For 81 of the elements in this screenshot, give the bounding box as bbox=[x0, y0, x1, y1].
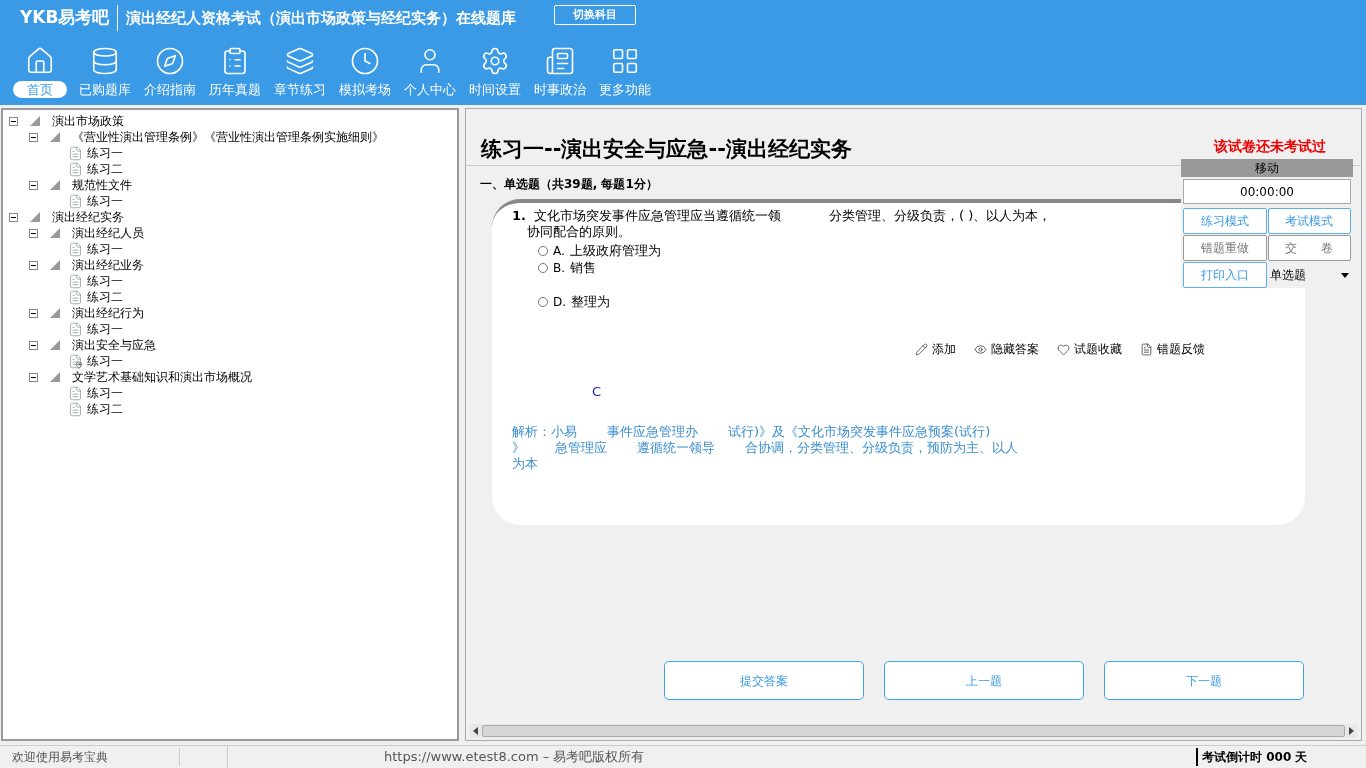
panel-title[interactable]: 移动 bbox=[1181, 159, 1353, 177]
collapse-icon[interactable] bbox=[9, 212, 18, 222]
option-label: A. bbox=[553, 242, 565, 260]
welcome-text: 欢迎使用易考宝典 bbox=[0, 748, 180, 766]
type-select[interactable]: 单选题 bbox=[1267, 262, 1351, 288]
clock-icon[interactable] bbox=[349, 46, 380, 76]
copyright-text: https://www.etest8.com – 易考吧版权所有 bbox=[384, 748, 645, 767]
tree-item[interactable]: 文学艺术基础知识和演出市场概况 bbox=[72, 369, 252, 385]
tree-item[interactable]: 演出经纪业务 bbox=[72, 257, 144, 273]
collapse-icon[interactable] bbox=[29, 308, 38, 318]
exam-status: 该试卷还未考试过 bbox=[1214, 137, 1326, 156]
triangle-icon bbox=[50, 180, 60, 190]
action-link[interactable]: 错题反馈 bbox=[1157, 340, 1205, 358]
action-link[interactable]: 添加 bbox=[932, 340, 956, 358]
tree-item[interactable]: 演出安全与应急 bbox=[72, 337, 156, 353]
pencil-icon[interactable] bbox=[915, 342, 928, 356]
exam-title: 练习一--演出安全与应急--演出经纪实务 bbox=[481, 136, 852, 163]
action-link[interactable]: 试题收藏 bbox=[1074, 340, 1122, 358]
collapse-icon[interactable] bbox=[29, 132, 38, 142]
tree-item[interactable]: 演出经纪人员 bbox=[72, 225, 144, 241]
tree-item[interactable]: 练习一 bbox=[87, 321, 123, 337]
tree-item[interactable]: 练习二 bbox=[87, 289, 123, 305]
analysis-text: 急管理应 bbox=[555, 439, 607, 456]
analysis-text: 事件应急管理办 bbox=[607, 423, 698, 440]
tree-item[interactable]: 练习一 bbox=[87, 273, 123, 289]
collapse-icon[interactable] bbox=[29, 340, 38, 350]
collapse-icon[interactable] bbox=[9, 116, 18, 126]
tree-item[interactable]: 练习一 bbox=[87, 145, 123, 161]
heart-icon[interactable] bbox=[1057, 342, 1070, 356]
logo: YKB易考吧 bbox=[20, 5, 119, 31]
panel-button[interactable]: 交 卷 bbox=[1267, 235, 1351, 261]
answer-text: C bbox=[592, 383, 603, 401]
tree-item[interactable]: 练习一 bbox=[87, 193, 123, 209]
dropdown-arrow-icon[interactable] bbox=[1341, 272, 1349, 278]
timer-display: 00:00:00 bbox=[1183, 179, 1351, 204]
analysis-text: 》 bbox=[512, 439, 525, 456]
app-title: 演出经纪人资格考试（演出市场政策与经纪实务）在线题库 bbox=[125, 7, 517, 29]
compass-icon[interactable] bbox=[154, 46, 185, 76]
horizontal-scrollbar[interactable] bbox=[470, 724, 1357, 738]
analysis-text: 解析：小易 bbox=[512, 423, 577, 440]
question-number: 1. bbox=[512, 208, 526, 224]
countdown-text: 考试倒计时 000 天 bbox=[1196, 748, 1366, 766]
action-link[interactable]: 隐藏答案 bbox=[991, 340, 1039, 358]
option-text: 上级政府管理为 bbox=[569, 241, 661, 260]
analysis-text: 为本 bbox=[512, 455, 538, 472]
panel-button[interactable]: 错题重做 bbox=[1183, 235, 1267, 261]
tree-item[interactable]: 练习一 bbox=[87, 241, 123, 257]
analysis-text: 合协调，分类管理、分级负责，预防为主、以人 bbox=[745, 439, 1018, 456]
question-text: 分类管理、分级负责，( )、以人为本， bbox=[829, 208, 1052, 224]
option-label: B. bbox=[553, 259, 566, 277]
option-label: D. bbox=[553, 293, 567, 311]
newspaper-icon[interactable] bbox=[544, 46, 575, 76]
eye-icon[interactable] bbox=[974, 342, 987, 356]
analysis-text: 试行)》及《文化市场突发事件应急预案(试行) bbox=[728, 423, 991, 440]
tree-item[interactable]: 演出经纪实务 bbox=[52, 209, 124, 225]
section-heading: 一、单选题（共39题, 每题1分） bbox=[480, 176, 658, 193]
question-text: 协同配合的原则。 bbox=[526, 224, 632, 240]
tree-item[interactable]: 《营业性演出管理条例》《营业性演出管理条例实施细则》 bbox=[72, 129, 384, 145]
triangle-icon bbox=[50, 340, 60, 350]
analysis-text: 遵循统一领导 bbox=[637, 439, 715, 456]
collapse-icon[interactable] bbox=[29, 228, 38, 238]
tree-item[interactable]: 练习二 bbox=[87, 161, 123, 177]
triangle-icon bbox=[50, 372, 60, 382]
layers-icon[interactable] bbox=[284, 46, 315, 76]
tree-item[interactable]: 演出市场政策 bbox=[52, 113, 124, 129]
triangle-icon bbox=[50, 308, 60, 318]
collapse-icon[interactable] bbox=[29, 372, 38, 382]
scroll-right-icon[interactable] bbox=[1348, 727, 1354, 735]
scroll-left-icon[interactable] bbox=[473, 727, 479, 735]
option-text: 销售 bbox=[570, 258, 597, 277]
tree-item[interactable]: 练习一 bbox=[87, 353, 123, 369]
tree-item[interactable]: 练习一 bbox=[87, 385, 123, 401]
tree-item[interactable]: 演出经纪行为 bbox=[72, 305, 144, 321]
tree-item[interactable]: 练习二 bbox=[87, 401, 123, 417]
option-text: 整理为 bbox=[571, 292, 611, 311]
tree-item[interactable]: 规范性文件 bbox=[72, 177, 132, 193]
document-icon[interactable] bbox=[1140, 342, 1153, 356]
triangle-icon bbox=[50, 260, 60, 270]
collapse-icon[interactable] bbox=[29, 180, 38, 190]
collapse-icon[interactable] bbox=[29, 260, 38, 270]
question-text: 文化市场突发事件应急管理应当遵循统一领 bbox=[534, 208, 781, 224]
